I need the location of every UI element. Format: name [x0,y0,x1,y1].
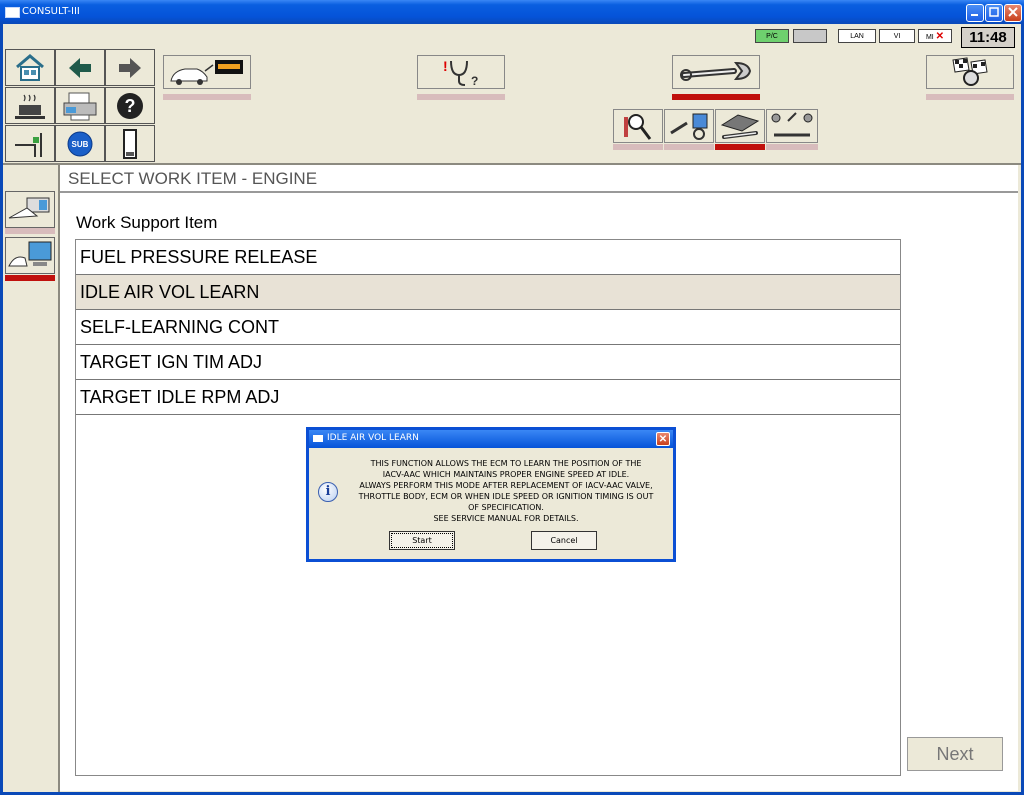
dialog-line: THIS FUNCTION ALLOWS THE ECM TO LEARN TH… [370,459,642,468]
vehicle-selection-underbar [163,94,251,100]
list-item[interactable]: FUEL PRESSURE RELEASE [76,240,900,275]
disconnected-x-icon: ✕ [935,31,945,42]
next-button[interactable]: Next [907,737,1003,771]
status-bar: P/C LAN VI MI ✕ 11:48 [3,24,1021,49]
work-support-button[interactable] [715,109,765,143]
special-function-underbar [766,144,818,150]
data-monitor-button[interactable] [613,109,663,143]
ecu-reprogram-icon [670,113,708,140]
home-button[interactable] [5,49,55,86]
minimize-icon [971,14,978,16]
sub-button[interactable]: SUB [55,125,105,162]
data-monitor-icon [624,114,652,140]
battery-status-icon [793,29,827,43]
racing-flag-button[interactable] [926,55,1014,89]
diagnosis-button[interactable]: ! ? [417,55,505,89]
window-title: CONSULT-III [22,6,80,17]
mi-status-icon: MI ✕ [918,29,952,43]
cancel-button[interactable]: Cancel [531,531,597,550]
lan-label: LAN [850,33,864,40]
sidebar-item-engine[interactable] [5,191,55,228]
close-window-button[interactable] [1004,4,1022,22]
sidebar-engine-underbar [5,228,55,234]
dialog-line: ALWAYS PERFORM THIS MODE AFTER REPLACEME… [359,481,653,490]
svg-text:?: ? [125,96,136,116]
home-icon [16,53,44,81]
sub-icon: SUB [67,131,93,156]
start-button[interactable]: Start [389,531,455,550]
help-icon: ? [117,92,143,119]
print-screen-button[interactable] [5,87,55,124]
maximize-icon [989,7,999,17]
forward-button[interactable] [105,49,155,86]
sidebar-computer-underbar [5,275,55,281]
repair-underbar [672,94,760,100]
list-item-selected[interactable]: IDLE AIR VOL LEARN [76,275,900,310]
svg-text:?: ? [471,74,478,87]
info-icon: i [318,482,338,502]
racing-flag-underbar [926,94,1014,100]
ecu-reprogram-button[interactable] [664,109,714,143]
dialog-title-bar: IDLE AIR VOL LEARN ✕ [309,430,673,448]
window-title-bar: CONSULT-III [0,0,1024,24]
list-item[interactable]: TARGET IDLE RPM ADJ [76,380,900,415]
work-support-underbar [715,144,765,150]
indicator-label: P/C [766,33,778,40]
vi-label: VI [893,33,901,40]
svg-text:!: ! [443,58,448,74]
dialog-title: IDLE AIR VOL LEARN [327,433,419,443]
work-support-icon [720,114,760,139]
main-toolbar: ? SUB ! ? [3,49,1021,165]
engine-module-icon [8,197,50,218]
svg-text:SUB: SUB [72,140,89,149]
list-item[interactable]: TARGET IGN TIM ADJ [76,345,900,380]
repair-button[interactable] [672,55,760,89]
dialog-line: IACV-AAC WHICH MAINTAINS PROPER ENGINE S… [382,470,630,479]
lan-status-icon: LAN [838,29,876,43]
vehicle-selection-button[interactable] [163,55,251,89]
special-function-button[interactable] [766,109,818,143]
racing-flag-icon [952,57,988,86]
left-sidebar [3,165,60,792]
dialog-message: THIS FUNCTION ALLOWS THE ECM TO LEARN TH… [343,458,669,524]
screen-capture-icon [15,132,42,157]
special-function-icon [771,112,813,137]
repair-icon [680,61,752,81]
dialog-line: OF SPECIFICATION. [468,503,544,512]
dialog-close-button[interactable]: ✕ [656,432,670,446]
idle-air-vol-learn-dialog: IDLE AIR VOL LEARN ✕ i THIS FUNCTION ALL… [306,427,676,562]
close-icon [1008,7,1018,17]
clock: 11:48 [961,27,1015,48]
battery-icon [123,128,137,159]
computer-icon [8,241,52,266]
dialog-line: SEE SERVICE MANUAL FOR DETAILS. [433,514,579,523]
diagnosis-underbar [417,94,505,100]
dialog-line: THROTTLE BODY, ECM OR WHEN IDLE SPEED OR… [358,492,654,501]
list-item[interactable]: SELF-LEARNING CONT [76,310,900,345]
section-label: Work Support Item [76,213,218,232]
vehicle-selection-icon [170,60,243,85]
page-header: SELECT WORK ITEM - ENGINE [60,165,1018,193]
back-button[interactable] [55,49,105,86]
minimize-button[interactable] [966,4,984,22]
page-title: SELECT WORK ITEM - ENGINE [68,169,318,188]
data-monitor-underbar [613,144,663,150]
printer-icon [63,92,97,120]
mi-label: MI [925,34,934,41]
battery-button[interactable] [105,125,155,162]
diagnosis-icon: ! ? [443,58,478,87]
forward-arrow-icon [119,57,141,78]
vi-connection-icon: P/C [755,29,789,43]
vi-status-icon: VI [879,29,915,43]
print-icon [15,94,45,119]
printer-button[interactable] [55,87,105,124]
help-button[interactable]: ? [105,87,155,124]
sidebar-item-computer[interactable] [5,237,55,274]
app-icon [5,7,20,18]
back-arrow-icon [69,57,91,78]
screen-capture-button[interactable] [5,125,55,162]
dialog-app-icon [313,435,323,442]
maximize-button[interactable] [985,4,1003,22]
ecu-reprogram-underbar [664,144,714,150]
